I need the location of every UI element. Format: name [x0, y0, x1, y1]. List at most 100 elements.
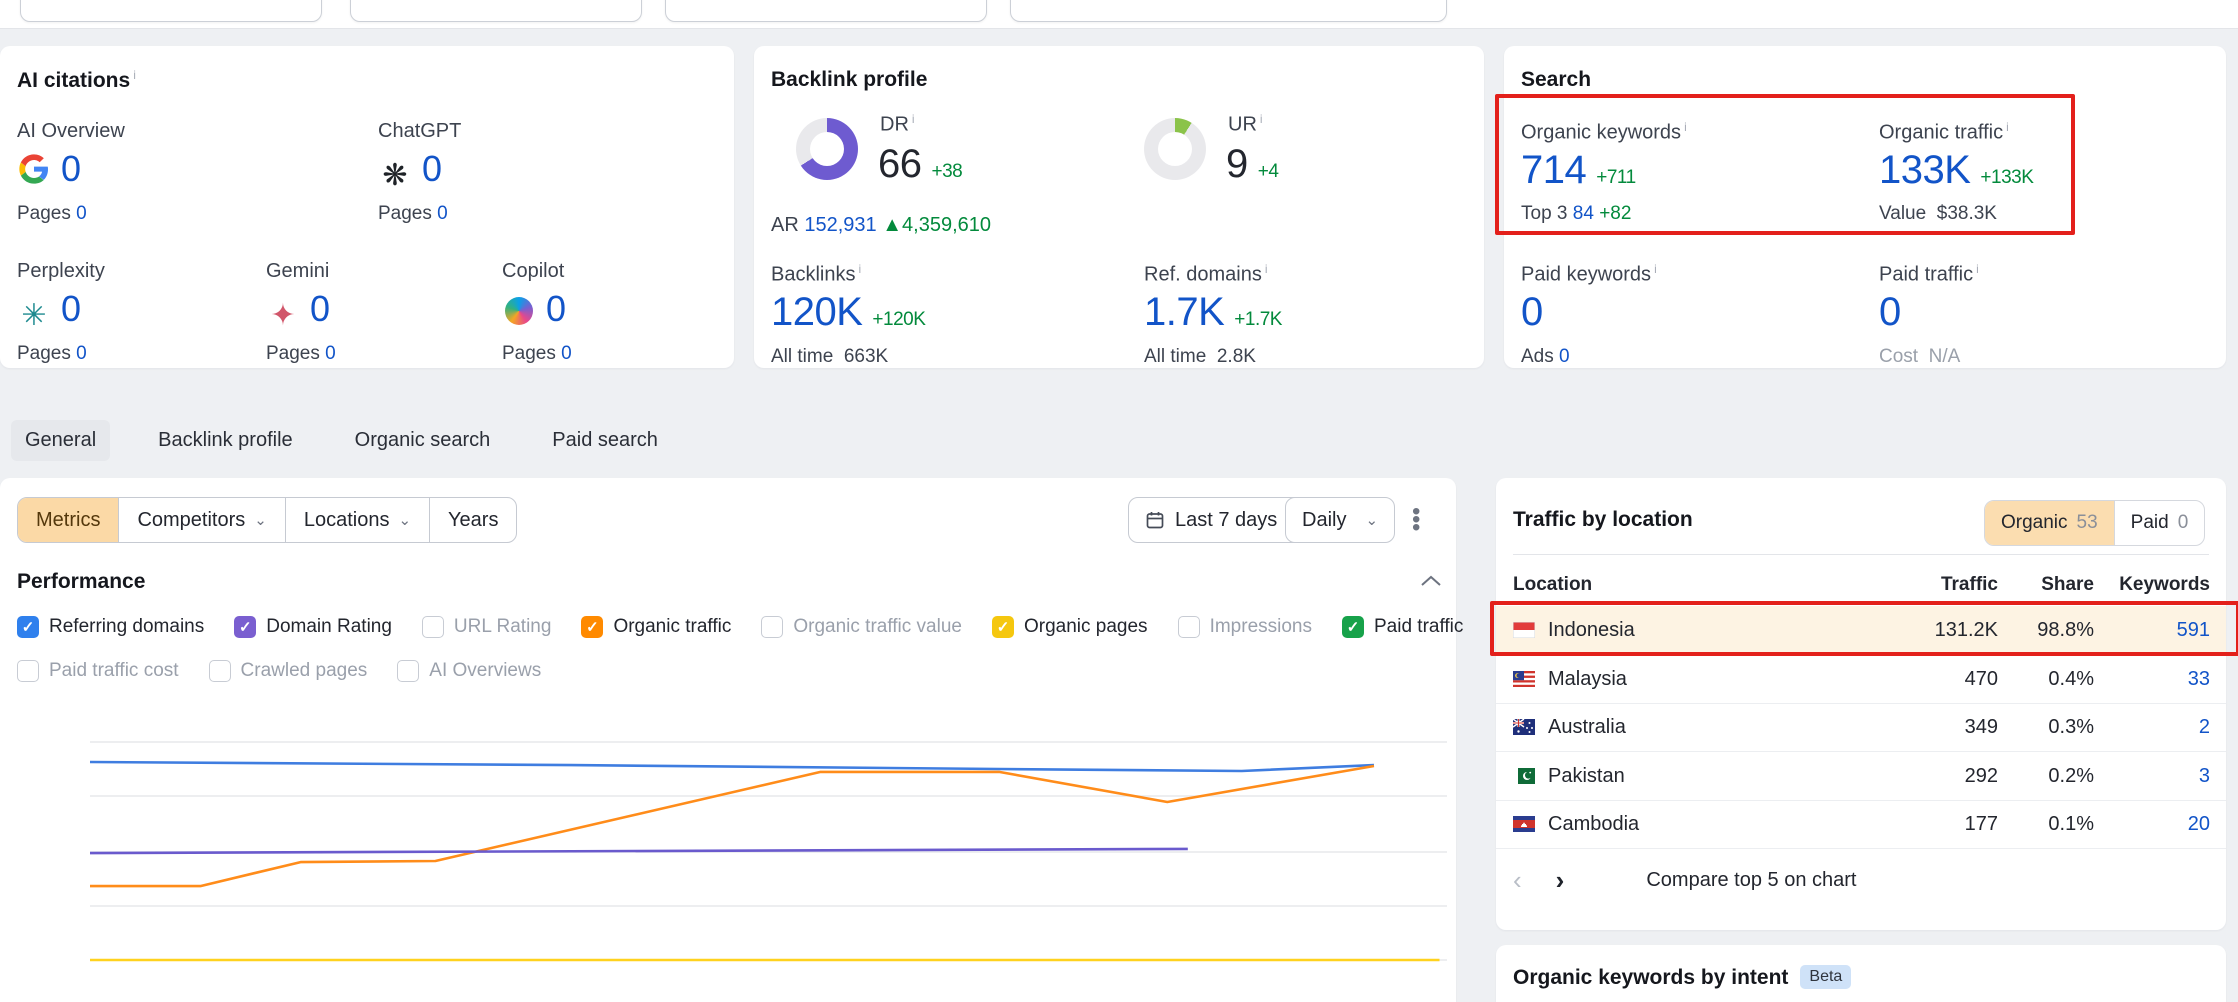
- top3-line: Top 3 84 +82: [1521, 203, 1631, 225]
- keywords-count-link[interactable]: 591: [2177, 619, 2210, 642]
- backlinks-value[interactable]: 120K+120K: [771, 290, 925, 335]
- metrics-chip[interactable]: Metrics: [18, 498, 119, 542]
- country-flag-icon: [1513, 622, 1535, 643]
- ai-overview-pages: Pages 0: [17, 203, 87, 225]
- metric-checkbox[interactable]: Organic traffic value: [761, 616, 962, 638]
- info-icon[interactable]: i: [1976, 262, 1979, 276]
- granularity-dropdown[interactable]: Daily⌄: [1285, 497, 1395, 543]
- info-icon[interactable]: i: [858, 262, 861, 276]
- chatgpt-value[interactable]: ❋0: [378, 148, 442, 193]
- more-options-icon[interactable]: •••: [1412, 508, 1420, 532]
- ads-line: Ads 0: [1521, 346, 1570, 368]
- tab-item[interactable]: Organic search: [341, 420, 505, 461]
- info-icon[interactable]: i: [1265, 262, 1268, 276]
- top-input-box-1[interactable]: [20, 0, 322, 22]
- divider: [1513, 554, 2209, 555]
- info-icon[interactable]: i: [1654, 262, 1657, 276]
- competitors-chip[interactable]: Competitors⌄: [119, 498, 285, 542]
- top-input-box-3[interactable]: [665, 0, 987, 22]
- top-input-box-4[interactable]: [1010, 0, 1447, 22]
- info-icon[interactable]: i: [133, 68, 136, 82]
- organic-paid-toggle: Organic53 Paid0: [1984, 500, 2205, 546]
- organic-keywords-value[interactable]: 714+711: [1521, 148, 1636, 193]
- location-table-row[interactable]: Malaysia 470 0.4% 33: [1496, 655, 2226, 704]
- years-chip[interactable]: Years: [430, 498, 516, 542]
- paid-traffic-value[interactable]: 0: [1879, 290, 1901, 335]
- info-icon[interactable]: i: [2006, 120, 2009, 134]
- ai-overview-value[interactable]: 0: [17, 148, 81, 194]
- copilot-value[interactable]: 0: [502, 288, 566, 334]
- ai-overview-pages-link[interactable]: 0: [76, 203, 87, 224]
- column-header-keywords: Keywords: [2119, 574, 2210, 596]
- tab-item[interactable]: Backlink profile: [144, 420, 307, 461]
- copilot-pages: Pages 0: [502, 343, 572, 365]
- chevron-down-icon: ⌄: [254, 511, 267, 529]
- metric-checkbox[interactable]: URL Rating: [422, 616, 552, 638]
- copilot-icon: [502, 292, 536, 334]
- tab-item[interactable]: Paid search: [538, 420, 672, 461]
- metric-checkbox[interactable]: Crawled pages: [209, 660, 368, 682]
- info-icon[interactable]: i: [1260, 112, 1263, 126]
- location-table-row[interactable]: Pakistan 292 0.2% 3: [1496, 752, 2226, 801]
- dashboard-screen: AI citationsi AI Overview 0 Pages 0 Chat…: [0, 0, 2238, 1002]
- series-line-referring-domains: [90, 762, 1374, 771]
- toggle-paid[interactable]: Paid0: [2114, 501, 2205, 545]
- copilot-pages-link[interactable]: 0: [561, 343, 572, 364]
- perplexity-pages: Pages 0: [17, 343, 87, 365]
- keywords-count-link[interactable]: 3: [2199, 765, 2210, 788]
- country-flag-icon: [1513, 816, 1535, 837]
- traffic-by-location-card: Traffic by location Organic53 Paid0 Loca…: [1496, 478, 2226, 930]
- country-flag-icon: [1513, 719, 1535, 740]
- paid-keywords-value[interactable]: 0: [1521, 290, 1543, 335]
- location-table-row[interactable]: Australia 349 0.3% 2: [1496, 703, 2226, 752]
- organic-traffic-label: Organic traffici: [1879, 120, 2009, 145]
- info-icon[interactable]: i: [912, 112, 915, 126]
- gemini-pages-link[interactable]: 0: [325, 343, 336, 364]
- organic-traffic-value[interactable]: 133K+133K: [1879, 148, 2033, 193]
- openai-icon: ❋: [378, 158, 412, 193]
- backlinks-alltime: All time 663K: [771, 346, 888, 368]
- copilot-label: Copilot: [502, 260, 564, 283]
- metric-checkbox[interactable]: AI Overviews: [397, 660, 541, 682]
- ar-value-link[interactable]: 152,931: [804, 214, 876, 236]
- location-table-row[interactable]: Cambodia 177 0.1% 20: [1496, 800, 2226, 849]
- checkbox-icon: [209, 660, 231, 682]
- metric-checkbox[interactable]: ✓Organic traffic: [581, 616, 731, 638]
- chevron-down-icon: ⌄: [398, 511, 411, 529]
- backlink-profile-card: Backlink profile DRi 66+38 AR 152,931 ▲4…: [754, 46, 1484, 368]
- search-card: Search Organic keywordsi 714+711 Top 3 8…: [1504, 46, 2226, 368]
- metric-checkbox[interactable]: ✓Paid traffic: [1342, 616, 1463, 638]
- toggle-organic[interactable]: Organic53: [1985, 501, 2114, 545]
- locations-chip[interactable]: Locations⌄: [286, 498, 430, 542]
- series-line-organic-traffic: [90, 766, 1374, 886]
- collapse-chevron-icon[interactable]: [1420, 574, 1442, 588]
- next-page-icon[interactable]: ›: [1556, 865, 1565, 896]
- gemini-value[interactable]: ✦0: [266, 288, 330, 333]
- metric-checkbox[interactable]: Impressions: [1178, 616, 1312, 638]
- compare-top5-button[interactable]: Compare top 5 on chart: [1646, 869, 1856, 892]
- keywords-count-link[interactable]: 33: [2188, 668, 2210, 691]
- perplexity-label: Perplexity: [17, 260, 105, 283]
- chatgpt-pages-link[interactable]: 0: [437, 203, 448, 224]
- gemini-label: Gemini: [266, 260, 329, 283]
- perplexity-pages-link[interactable]: 0: [76, 343, 87, 364]
- tab-item[interactable]: General: [11, 420, 110, 461]
- ref-domains-value[interactable]: 1.7K+1.7K: [1144, 290, 1282, 335]
- ads-value-link[interactable]: 0: [1559, 346, 1570, 367]
- metric-checkbox[interactable]: Paid traffic cost: [17, 660, 179, 682]
- keywords-count-link[interactable]: 2: [2199, 716, 2210, 739]
- performance-line-chart[interactable]: [0, 728, 1456, 1002]
- metric-checkbox[interactable]: ✓Organic pages: [992, 616, 1148, 638]
- location-table-row[interactable]: Indonesia 131.2K 98.8% 591: [1496, 606, 2226, 654]
- calendar-icon: [1145, 510, 1165, 530]
- metric-checkbox-row-2: Paid traffic cost Crawled pages AI Overvie…: [17, 660, 541, 682]
- perplexity-icon: ✳: [17, 298, 51, 333]
- keywords-count-link[interactable]: 20: [2188, 813, 2210, 836]
- perplexity-value[interactable]: ✳0: [17, 288, 81, 333]
- top3-value-link[interactable]: 84: [1573, 203, 1594, 224]
- metric-checkbox[interactable]: ✓Referring domains: [17, 616, 204, 638]
- metric-checkbox[interactable]: ✓Domain Rating: [234, 616, 392, 638]
- top-input-box-2[interactable]: [350, 0, 642, 22]
- info-icon[interactable]: i: [1684, 120, 1687, 134]
- prev-page-icon[interactable]: ‹: [1513, 865, 1522, 896]
